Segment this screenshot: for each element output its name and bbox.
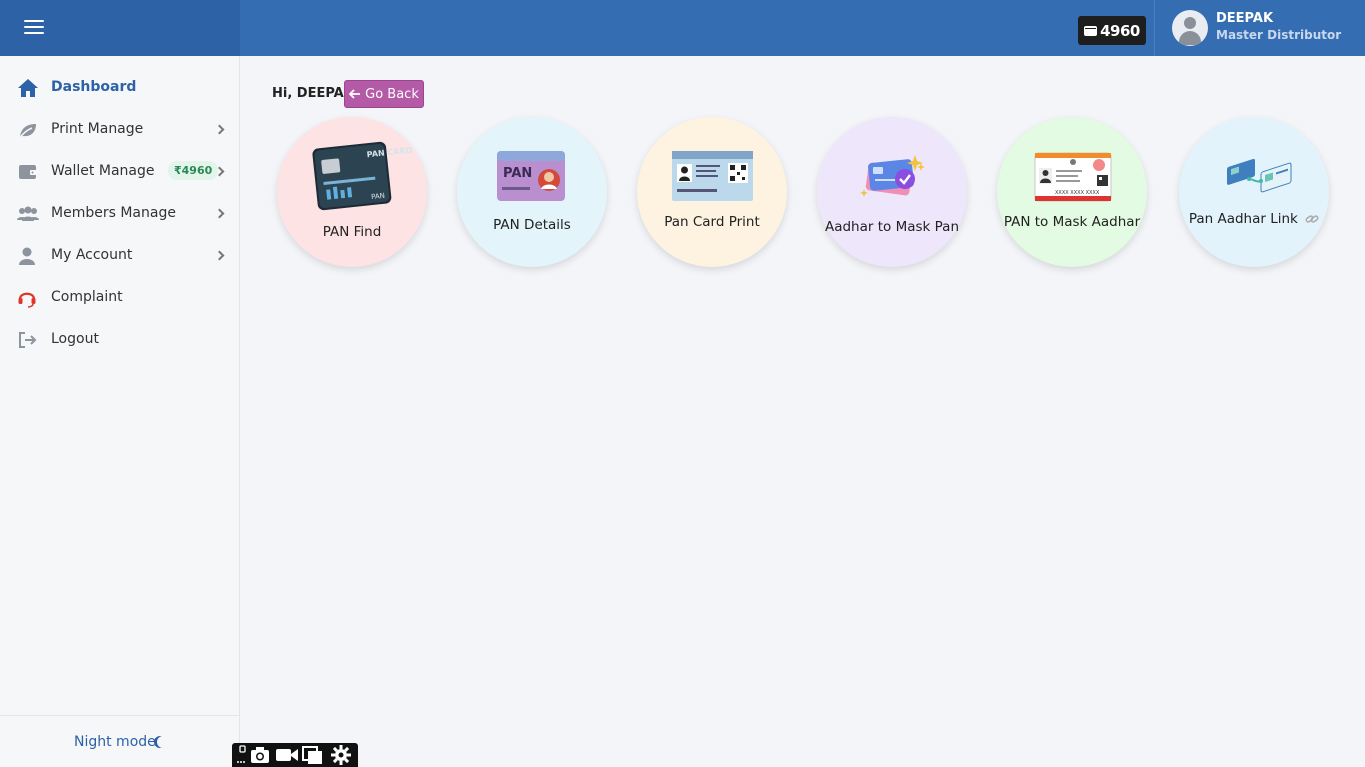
user-icon: [19, 247, 35, 265]
wallet-icon: [1084, 25, 1098, 36]
service-label: Pan Card Print: [664, 214, 760, 230]
user-name: DEEPAK: [1216, 11, 1274, 26]
wallet-badge: ₹4960: [168, 161, 219, 180]
service-card-pan-aadhar-link[interactable]: Pan Aadhar Link: [1179, 117, 1329, 267]
pan-aadhar-link-icon: [1227, 158, 1292, 193]
top-bar: 4960 DEEPAK Master Distributor: [0, 0, 1365, 56]
logout-icon: [19, 332, 37, 348]
users-icon: [17, 206, 39, 221]
arrow-left-icon: [349, 89, 361, 99]
go-back-label: Go Back: [365, 86, 419, 102]
service-label: Pan Aadhar Link: [1179, 211, 1329, 227]
service-label: PAN Details: [493, 217, 571, 233]
aadhar-card-icon: XXXX XXXX XXXX: [1034, 152, 1112, 202]
sidebar-item-label: Wallet Manage: [51, 163, 155, 179]
sidebar-item-print-manage[interactable]: Print Manage: [0, 109, 240, 151]
sidebar-item-label: Complaint: [51, 289, 123, 305]
wallet-balance-chip[interactable]: 4960: [1078, 16, 1146, 45]
moon-icon[interactable]: [157, 736, 169, 748]
sidebar-item-label: Members Manage: [51, 205, 176, 221]
service-label: Aadhar to Mask Pan: [824, 219, 960, 235]
sidebar-item-complaint[interactable]: Complaint: [0, 277, 240, 319]
leaf-icon: [18, 124, 36, 140]
home-icon: [18, 79, 38, 97]
settings-gear-icon[interactable]: [330, 743, 352, 767]
pan-details-card-icon: PAN: [497, 151, 565, 201]
user-role: Master Distributor: [1216, 28, 1342, 42]
service-label-text: Pan Aadhar Link: [1188, 211, 1298, 227]
chevron-right-icon: [214, 208, 225, 219]
night-mode-toggle[interactable]: Night mode: [74, 734, 156, 750]
wallet-icon: [19, 165, 37, 179]
sidebar-item-dashboard[interactable]: Dashboard: [0, 67, 240, 109]
avatar: [1172, 10, 1208, 46]
sidebar-item-wallet-manage[interactable]: Wallet Manage ₹4960: [0, 151, 240, 193]
sidebar-item-label: Print Manage: [51, 121, 144, 137]
sidebar: Dashboard Print Manage Wallet Manage ₹49…: [0, 56, 240, 767]
service-label: PAN Find: [322, 224, 382, 240]
hamburger-icon[interactable]: [22, 18, 46, 38]
sidebar-item-label: Dashboard: [51, 79, 137, 95]
service-card-pan-to-mask-aadhar[interactable]: XXXX XXXX XXXX PAN to Mask Aadhar: [997, 117, 1147, 267]
link-icon: [1305, 215, 1319, 223]
headset-icon: [18, 292, 36, 308]
sidebar-item-logout[interactable]: Logout: [0, 319, 240, 361]
go-back-button[interactable]: Go Back: [344, 80, 424, 108]
greeting: Hi, DEEPAK: [272, 86, 354, 101]
sidebar-item-members-manage[interactable]: Members Manage: [0, 193, 240, 235]
service-card-pan-find[interactable]: PAN CARD PAN PAN Find: [277, 117, 427, 267]
windows-icon[interactable]: [302, 743, 324, 767]
user-menu[interactable]: DEEPAK Master Distributor: [1154, 0, 1365, 56]
service-card-pan-details[interactable]: PAN PAN Details: [457, 117, 607, 267]
wallet-balance: 4960: [1100, 21, 1140, 40]
pan-card-chip-icon: PAN CARD PAN: [312, 141, 413, 211]
pan-details-card-text: PAN: [503, 166, 532, 181]
pan-card-bottom-text: PAN: [371, 192, 386, 201]
masked-aadhar-number: XXXX XXXX XXXX: [1055, 190, 1100, 196]
video-icon[interactable]: [275, 743, 299, 767]
capture-toolbar: [232, 743, 358, 767]
service-card-pan-card-print[interactable]: Pan Card Print: [637, 117, 787, 267]
sidebar-item-label: My Account: [51, 247, 133, 263]
sidebar-footer: Night mode: [0, 715, 239, 767]
pin-icon[interactable]: [236, 743, 248, 767]
mask-pan-badge-icon: [860, 155, 925, 197]
chevron-right-icon: [214, 250, 225, 261]
camera-icon[interactable]: [249, 743, 271, 767]
pan-card-print-icon: [672, 151, 753, 201]
chevron-right-icon: [214, 124, 225, 135]
sidebar-item-label: Logout: [51, 331, 99, 347]
service-card-aadhar-to-mask-pan[interactable]: Aadhar to Mask Pan: [817, 117, 967, 267]
topbar-brand-area: [0, 0, 240, 56]
service-label: PAN to Mask Aadhar: [1003, 214, 1141, 230]
sidebar-item-my-account[interactable]: My Account: [0, 235, 240, 277]
